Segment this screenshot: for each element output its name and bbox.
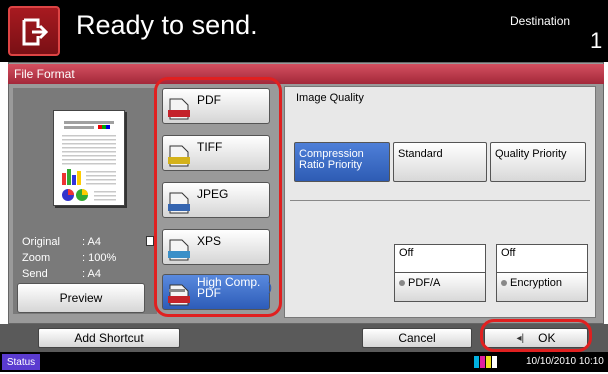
panel-title-bar — [8, 64, 604, 84]
panel-title: File Format — [14, 67, 75, 81]
original-value: : A4 — [82, 236, 101, 248]
destination-label: Destination — [510, 14, 571, 28]
encryption-radio-icon — [501, 280, 507, 287]
pdfa-value: Off — [394, 244, 486, 274]
send-home-icon[interactable] — [8, 6, 60, 56]
zoom-label: Zoom — [22, 252, 51, 264]
destination-count: 1 — [590, 28, 603, 53]
page-orientation-icon — [146, 236, 154, 246]
encryption-label: Encryption — [510, 277, 562, 289]
standard-button[interactable]: Standard — [393, 142, 487, 182]
pdfa-radio-icon — [399, 280, 405, 287]
format-highlight-outline — [154, 77, 282, 317]
encryption-button[interactable]: Encryption — [496, 272, 588, 302]
toner-level-icon — [474, 355, 498, 369]
scroll-right-arrow-icon[interactable]: ) — [268, 280, 282, 300]
ok-highlight-outline — [480, 319, 592, 352]
cancel-button[interactable]: Cancel — [362, 328, 472, 348]
pdfa-label: PDF/A — [408, 277, 441, 289]
status-button[interactable]: Status — [2, 354, 40, 370]
add-shortcut-button[interactable]: Add Shortcut — [38, 328, 180, 348]
image-quality-label: Image Quality — [296, 92, 364, 104]
zoom-value: : 100% — [82, 252, 117, 264]
settings-divider-top — [290, 200, 590, 201]
page-title: Ready to send. — [76, 10, 258, 40]
original-label: Original — [22, 236, 60, 248]
status-bar — [0, 352, 608, 372]
send-value: : A4 — [82, 268, 101, 280]
send-label: Send — [22, 268, 48, 280]
document-thumbnail — [53, 110, 125, 206]
encryption-value: Off — [496, 244, 588, 274]
pdfa-button[interactable]: PDF/A — [394, 272, 486, 302]
preview-button[interactable]: Preview — [17, 283, 145, 313]
compression-ratio-priority-button[interactable]: Compression Ratio Priority — [294, 142, 390, 182]
date-time: 10/10/2010 10:10 — [526, 356, 604, 367]
quality-priority-button[interactable]: Quality Priority — [490, 142, 586, 182]
